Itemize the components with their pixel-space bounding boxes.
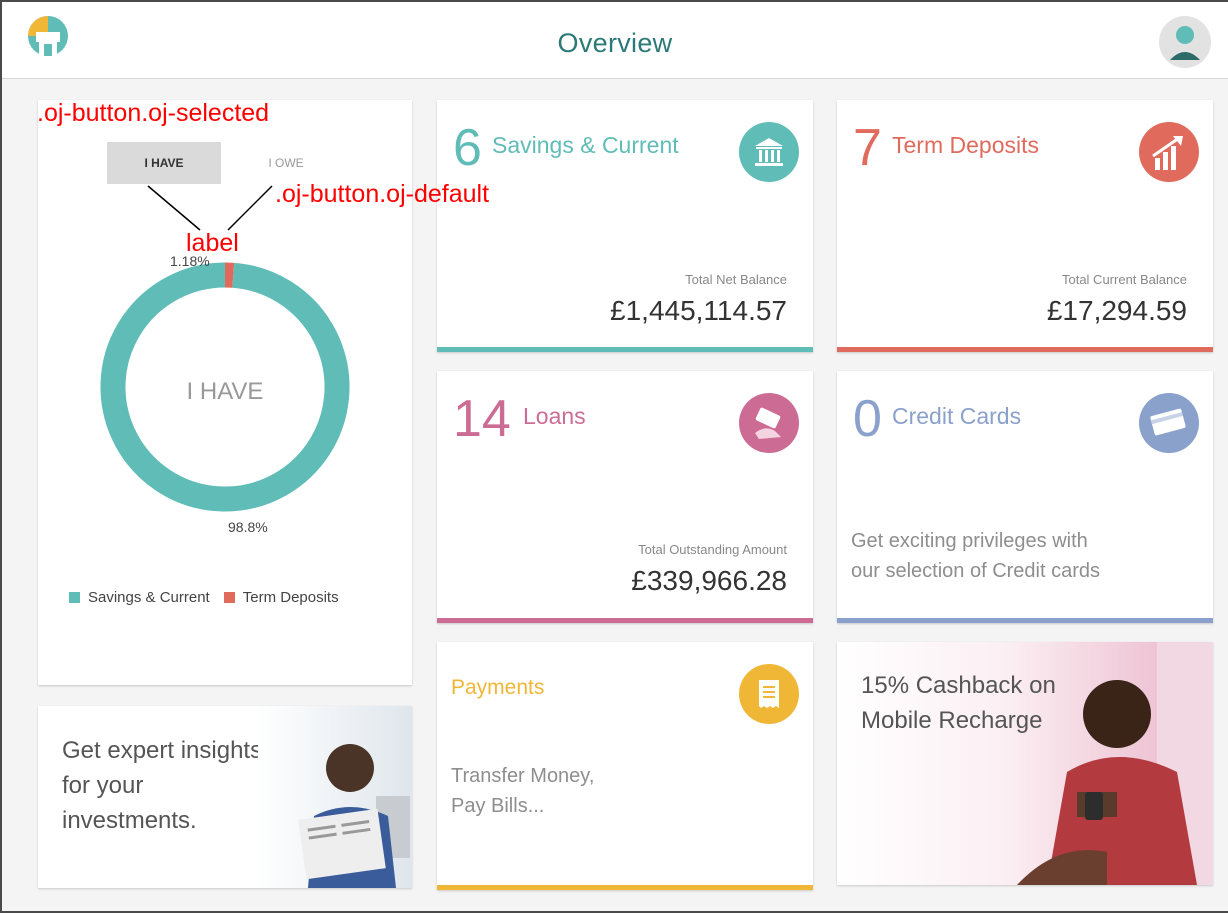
bank-icon	[739, 122, 799, 182]
chart-legend: Savings & Current Term Deposits	[69, 589, 339, 606]
loans-sub-label: Total Outstanding Amount	[638, 542, 787, 557]
investment-insights-promo[interactable]: Get expert insights for your investments…	[38, 706, 412, 888]
cashback-promo-text: 15% Cashback on Mobile Recharge	[861, 668, 1081, 738]
man-reading-newspaper-image	[258, 706, 412, 888]
app-header: Overview	[2, 2, 1228, 79]
payments-desc-line1: Transfer Money,	[451, 765, 595, 787]
legend-swatch-term	[223, 592, 235, 603]
loans-card[interactable]: 14 Loans Total Outstanding Amount £339,9…	[437, 371, 813, 623]
credit-card-icon	[1139, 393, 1199, 453]
cashback-line2: Mobile Recharge	[861, 707, 1043, 734]
term-accent-bar	[837, 347, 1213, 352]
term-amount: £17,294.59	[1046, 295, 1187, 326]
money-hand-icon	[739, 393, 799, 453]
loans-count: 14	[453, 390, 511, 448]
savings-pct-label: 98.8%	[228, 519, 268, 535]
cashback-line1: 15% Cashback on	[861, 672, 1056, 699]
legend-label-savings[interactable]: Savings & Current	[88, 589, 210, 606]
credit-cards-card[interactable]: 0 Credit Cards Get exciting privileges w…	[837, 371, 1213, 623]
credit-count: 0	[853, 390, 882, 448]
receipt-icon	[739, 664, 799, 724]
legend-swatch-savings	[69, 592, 80, 603]
credit-accent-bar	[837, 618, 1213, 623]
legend-label-term[interactable]: Term Deposits	[243, 589, 339, 606]
term-label: Term Deposits	[892, 132, 1039, 158]
payments-card[interactable]: Payments Transfer Money, Pay Bills...	[437, 642, 813, 890]
credit-desc-line2: our selection of Credit cards	[851, 560, 1101, 582]
savings-current-card[interactable]: 6 Savings & Current Total Net Balance £1…	[437, 100, 813, 352]
payments-description: Transfer Money, Pay Bills...	[451, 761, 594, 821]
growth-chart-icon	[1139, 122, 1199, 182]
annotation-label: label	[186, 229, 239, 257]
credit-label: Credit Cards	[892, 403, 1022, 429]
loans-accent-bar	[437, 618, 813, 623]
savings-sub-label: Total Net Balance	[685, 272, 787, 287]
savings-accent-bar	[437, 347, 813, 352]
annotation-default: .oj-button.oj-default	[275, 180, 490, 208]
savings-count: 6	[453, 119, 482, 177]
term-sub-label: Total Current Balance	[1061, 272, 1187, 287]
credit-desc-line1: Get exciting privileges with	[851, 530, 1088, 552]
credit-description: Get exciting privileges with our selecti…	[851, 526, 1100, 586]
term-count: 7	[853, 119, 882, 177]
annotation-selected: .oj-button.oj-selected	[37, 99, 270, 127]
payments-label: Payments	[451, 676, 545, 699]
loans-amount: £339,966.28	[631, 565, 787, 596]
savings-amount: £1,445,114.57	[610, 295, 787, 326]
loans-label: Loans	[523, 403, 586, 429]
donut-chart	[100, 262, 350, 512]
payments-desc-line2: Pay Bills...	[451, 795, 545, 817]
donut-center-label: I HAVE	[186, 378, 264, 405]
page-title: Overview	[557, 28, 673, 58]
payments-accent-bar	[437, 885, 813, 890]
user-avatar-icon[interactable]	[1159, 16, 1211, 68]
cashback-promo[interactable]: 15% Cashback on Mobile Recharge	[837, 642, 1213, 885]
term-deposits-card[interactable]: 7 Term Deposits Total Current Balance £1…	[837, 100, 1213, 352]
savings-label: Savings & Current	[492, 132, 679, 158]
